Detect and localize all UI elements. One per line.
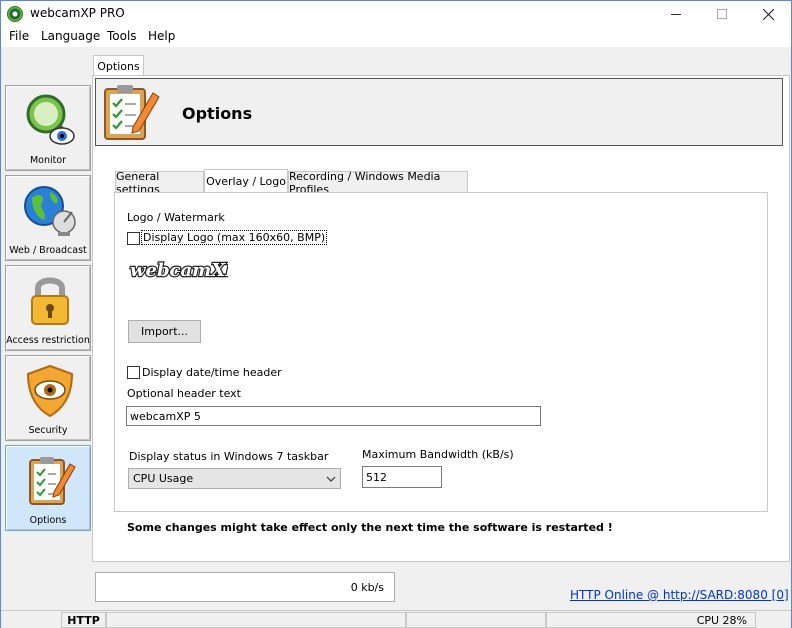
taskbar-status-select[interactable]: CPU Usage bbox=[128, 468, 341, 489]
clipboard-pencil-icon bbox=[29, 457, 76, 505]
padlock-icon bbox=[31, 277, 69, 325]
webcamxp-logo: webcamXP bbox=[129, 259, 228, 282]
header-text-label: Optional header text bbox=[127, 387, 241, 400]
status-cpu: CPU 28% bbox=[546, 612, 756, 628]
menu-tools[interactable]: Tools bbox=[107, 29, 137, 43]
display-logo-label: Display Logo (max 160x60, BMP) bbox=[141, 230, 328, 245]
menu-bar: File Language Tools Help bbox=[1, 27, 791, 47]
tab-options[interactable]: Options bbox=[93, 55, 144, 76]
menu-help[interactable]: Help bbox=[148, 29, 175, 43]
nav-label-options: Options bbox=[29, 515, 67, 526]
taskbar-status-label: Display status in Windows 7 taskbar bbox=[129, 450, 329, 463]
close-button[interactable] bbox=[745, 1, 791, 27]
taskbar-status-value: CPU Usage bbox=[133, 472, 194, 485]
nav-access-restriction[interactable]: Access restriction bbox=[5, 265, 91, 351]
transfer-rate: 0 kb/s bbox=[95, 572, 395, 602]
minimize-button[interactable] bbox=[653, 1, 699, 27]
bandwidth-label: Maximum Bandwidth (kB/s) bbox=[362, 448, 514, 461]
nav-security[interactable]: Security bbox=[5, 355, 91, 441]
header-text-input[interactable]: webcamXP 5 bbox=[126, 406, 541, 426]
title-bar: webcamXP PRO bbox=[1, 1, 791, 27]
bandwidth-input[interactable]: 512 bbox=[362, 466, 442, 488]
menu-language[interactable]: Language bbox=[41, 29, 100, 43]
restart-note: Some changes might take effect only the … bbox=[127, 521, 613, 534]
nav-web-broadcast[interactable]: Web / Broadcast bbox=[5, 175, 91, 261]
http-status-link[interactable]: HTTP Online @ http://SARD:8080 [0] bbox=[570, 588, 789, 602]
display-datetime-checkbox[interactable] bbox=[127, 366, 140, 379]
page-title: Options bbox=[182, 104, 253, 123]
import-button[interactable]: Import... bbox=[128, 320, 201, 343]
nav-label-security: Security bbox=[28, 425, 68, 436]
webcam-app-icon bbox=[7, 6, 23, 22]
display-logo-label-wrap: Display Logo (max 160x60, BMP) bbox=[141, 230, 328, 245]
status-bar: HTTP CPU 28% bbox=[1, 610, 791, 628]
nav-label-access-restriction: Access restriction bbox=[6, 335, 90, 346]
status-cell-empty-2 bbox=[406, 612, 546, 628]
tab-recording-profiles[interactable]: Recording / Windows Media Profiles bbox=[288, 170, 468, 196]
shield-eye-icon bbox=[26, 364, 74, 418]
nav-label-monitor: Monitor bbox=[29, 155, 67, 166]
clipboard-pencil-icon bbox=[104, 85, 160, 140]
tab-overlay-logo[interactable]: Overlay / Logo bbox=[204, 169, 288, 193]
display-logo-checkbox[interactable] bbox=[127, 232, 140, 245]
nav-label-web-broadcast: Web / Broadcast bbox=[9, 245, 87, 256]
nav-options[interactable]: Options bbox=[5, 445, 91, 531]
display-datetime-label: Display date/time header bbox=[142, 366, 282, 379]
close-icon bbox=[762, 8, 774, 20]
app-window: webcamXP PRO File Language Tools Help Mo… bbox=[0, 0, 792, 628]
magnifier-eye-icon bbox=[26, 94, 75, 145]
minimize-icon bbox=[671, 13, 681, 15]
window-title: webcamXP PRO bbox=[30, 6, 125, 20]
menu-file[interactable]: File bbox=[9, 29, 29, 43]
maximize-icon bbox=[717, 9, 727, 19]
globe-satellite-icon bbox=[24, 186, 76, 236]
svg-text:webcamXP: webcamXP bbox=[130, 260, 228, 281]
logo-watermark-label: Logo / Watermark bbox=[127, 211, 225, 224]
maximize-button[interactable] bbox=[699, 1, 745, 27]
nav-monitor[interactable]: Monitor bbox=[5, 85, 91, 171]
status-http: HTTP bbox=[61, 612, 106, 628]
chevron-down-icon bbox=[326, 476, 336, 482]
status-cell-empty bbox=[106, 612, 406, 628]
tab-general-settings[interactable]: General settings bbox=[115, 170, 204, 196]
